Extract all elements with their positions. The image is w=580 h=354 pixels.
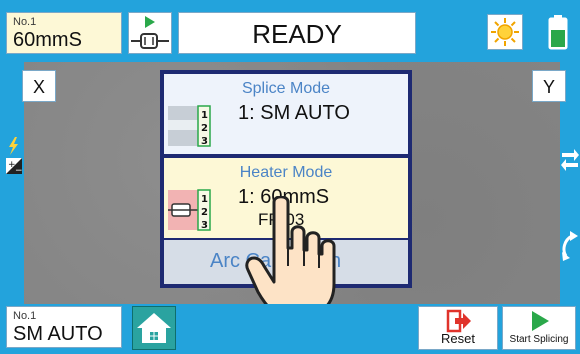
exit-arrow-icon xyxy=(446,309,471,333)
svg-text:2: 2 xyxy=(201,123,208,134)
heater-mode-title: Heater Mode xyxy=(239,164,333,181)
start-splicing-button[interactable]: Start Splicing xyxy=(502,306,576,350)
swap-view-button[interactable] xyxy=(560,146,580,172)
heater-start-button[interactable] xyxy=(128,12,172,54)
lightning-plus-minus-icon: + − xyxy=(6,137,23,176)
rotate-view-button[interactable] xyxy=(560,230,580,262)
svg-text:3: 3 xyxy=(201,136,208,147)
fiber-list-icon: 1 2 3 xyxy=(168,105,211,147)
splice-program-box[interactable]: No.1 SM AUTO xyxy=(6,306,122,348)
rotate-arrow-icon xyxy=(562,231,578,261)
heater-program-box[interactable]: No.1 60mmS xyxy=(6,12,122,54)
arc-adjust-button[interactable]: + − xyxy=(4,136,24,176)
splice-program-number: No.1 xyxy=(13,310,37,322)
play-icon xyxy=(532,311,549,331)
splice-mode-value: 1: SM AUTO xyxy=(238,102,350,124)
status-display: READY xyxy=(178,12,416,54)
heater-program-name: 60mmS xyxy=(13,29,82,51)
reset-label: Reset xyxy=(441,331,475,346)
heater-list-icon: 1 2 3 xyxy=(168,189,211,231)
splice-mode-option[interactable]: Splice Mode 1 2 3 1: SM AUTO xyxy=(164,74,408,154)
heater-program-icon: 1 2 3 xyxy=(168,186,212,232)
play-fiber-icon xyxy=(131,16,169,49)
splice-mode-title: Splice Mode xyxy=(241,80,331,97)
home-button[interactable] xyxy=(132,306,176,350)
reset-button[interactable]: Reset xyxy=(418,306,498,350)
x-camera-button[interactable]: X xyxy=(22,70,56,102)
home-icon xyxy=(137,313,171,343)
battery-indicator xyxy=(547,14,569,50)
svg-text:3: 3 xyxy=(201,220,208,231)
heater-program-number: No.1 xyxy=(13,16,37,28)
battery-icon xyxy=(548,15,568,50)
swap-arrows-icon xyxy=(561,149,579,171)
y-camera-button[interactable]: Y xyxy=(532,70,566,102)
splice-program-name: SM AUTO xyxy=(13,323,103,345)
splicer-screen: No.1 60mmS READY X Y + − Splice Mode 1 2… xyxy=(0,0,580,354)
svg-text:1: 1 xyxy=(201,194,208,205)
svg-text:2: 2 xyxy=(201,207,208,218)
start-splicing-label: Start Splicing xyxy=(509,334,569,345)
svg-text:1: 1 xyxy=(201,110,208,121)
splice-program-icon: 1 2 3 xyxy=(168,102,212,148)
svg-text:−: − xyxy=(15,166,23,176)
sun-icon xyxy=(491,18,519,46)
brightness-button[interactable] xyxy=(487,14,523,50)
